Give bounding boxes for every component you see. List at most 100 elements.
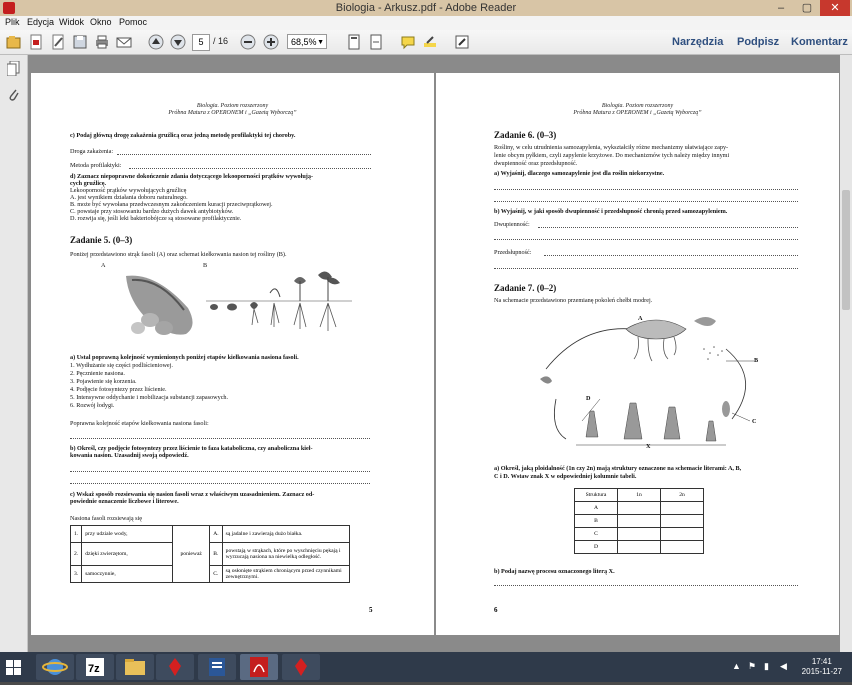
previous-page-icon[interactable] (148, 34, 164, 50)
word-icon[interactable] (198, 654, 236, 680)
table-cell: są jadalne i zawierają dużo białka. (221, 525, 350, 543)
table-header: Struktura (574, 488, 618, 502)
print-icon[interactable] (94, 34, 110, 50)
windows-start-icon[interactable] (6, 660, 22, 681)
internet-explorer-icon[interactable] (36, 654, 74, 680)
diagram-label-x: X (646, 443, 651, 450)
question-d-line1: d) Zaznacz niepoprawne dokończenie zdani… (70, 173, 314, 180)
answer-line (494, 189, 798, 190)
table-row: 3. samoczynnie, C. są osłonięte strąkiem… (69, 565, 350, 583)
table-header: 1n (617, 488, 661, 502)
ploidy-table: Struktura 1n 2n A B C D (574, 488, 704, 554)
table-row: 2. dzięki zwierzętom, B. powstają w strą… (69, 542, 350, 566)
flag-icon[interactable]: ⚑ (748, 661, 756, 672)
comment-icon[interactable] (400, 34, 416, 50)
answer-line (494, 585, 798, 586)
tools-link[interactable]: Narzędzia (672, 36, 723, 48)
table-cell[interactable] (617, 501, 661, 515)
table-cell[interactable] (617, 514, 661, 528)
maximize-button[interactable]: ▢ (794, 0, 820, 16)
table-cell: samoczynnie, (81, 565, 174, 583)
minimize-button[interactable]: – (768, 0, 794, 16)
clock[interactable]: 17:41 2015-11-27 (802, 657, 842, 677)
question-6a: a) Wyjaśnij, dlaczego samozapylenie jest… (494, 170, 665, 177)
page-number-input[interactable]: 5 (192, 34, 210, 51)
step-3: 3. Pojawienie się korzenia. (70, 378, 137, 385)
table-cell[interactable] (660, 527, 704, 541)
zoom-in-icon[interactable] (263, 34, 279, 50)
table-cell[interactable]: 3. (69, 565, 83, 583)
table-row: C (574, 527, 704, 541)
task-5-title: Zadanie 5. (0–3) (70, 235, 133, 245)
highlight-icon[interactable] (422, 34, 438, 50)
7zip-icon[interactable]: 7z (76, 654, 114, 680)
close-button[interactable]: ✕ (820, 0, 850, 16)
attachment-icon[interactable] (7, 87, 20, 107)
task-6-intro-2: lenie obcym pyłkiem, czyli zapylenie krz… (494, 152, 730, 159)
zoom-select[interactable]: 68,5% ▼ (287, 34, 327, 49)
file-explorer-icon[interactable] (116, 654, 154, 680)
table-cell: powstają w strąkach, które po wyschnięci… (221, 542, 350, 566)
open-icon[interactable] (6, 34, 22, 50)
table-cell[interactable] (660, 501, 704, 515)
expand-icon[interactable] (454, 34, 470, 50)
table-row: 1. przy udziale wody, ponieważ A. są jad… (69, 525, 350, 583)
fit-page-icon[interactable] (346, 34, 362, 50)
task-6-title: Zadanie 6. (0–3) (494, 130, 557, 140)
pages-icon[interactable] (6, 60, 20, 81)
volume-icon[interactable]: ◀ (780, 661, 787, 672)
table-cell[interactable] (617, 540, 661, 554)
table-cell[interactable]: 1. (69, 525, 83, 543)
diagram-label-d: D (586, 395, 591, 402)
window-title: Biologia - Arkusz.pdf - Adobe Reader (335, 2, 517, 14)
next-page-icon[interactable] (170, 34, 186, 50)
app-icon[interactable] (282, 654, 320, 680)
toolbar (0, 30, 852, 55)
table-cell[interactable]: B. (209, 542, 223, 566)
fit-width-icon[interactable] (368, 34, 384, 50)
table-cell: C (574, 527, 618, 541)
table-cell[interactable] (660, 514, 704, 528)
table-header-row: Struktura 1n 2n (574, 488, 704, 502)
task-7-intro: Na schemacie przedstawiono przemianę pok… (494, 297, 653, 304)
answer-line (538, 227, 798, 228)
zoom-out-icon[interactable] (240, 34, 256, 50)
table-cell[interactable]: C. (209, 565, 223, 583)
question-6b: b) Wyjaśnij, w jaki sposób dwupienność i… (494, 208, 728, 215)
answer-line (494, 201, 798, 202)
table-cell-because: ponieważ (172, 525, 211, 583)
comment-link[interactable]: Komentarz (791, 36, 848, 48)
tray-chevron-icon[interactable]: ▲ (732, 661, 741, 671)
answer-line (70, 483, 370, 484)
save-icon[interactable] (72, 34, 88, 50)
menu-pomoc[interactable]: Pomoc (119, 17, 147, 27)
menu-bar: Plik Edycja Widok Okno Pomoc (0, 16, 852, 30)
label-droga: Droga zakażenia: (70, 148, 114, 155)
menu-widok[interactable]: Widok (59, 17, 84, 27)
step-5: 5. Intensywne oddychanie i mobilizacja s… (70, 394, 229, 401)
create-pdf-icon[interactable] (28, 34, 44, 50)
table-header: 2n (660, 488, 704, 502)
table-cell[interactable] (660, 540, 704, 554)
sign-link[interactable]: Podpisz (737, 36, 779, 48)
svg-text:7z: 7z (88, 663, 100, 675)
table-cell[interactable]: 2. (69, 542, 83, 566)
vertical-scrollbar[interactable] (840, 55, 852, 652)
table-cell[interactable]: A. (209, 525, 223, 543)
table-cell[interactable] (617, 527, 661, 541)
task-6-intro-1: Rośliny, w celu utrudnienia samozapyleni… (494, 144, 729, 151)
edit-icon[interactable] (50, 34, 66, 50)
answer-line (494, 239, 798, 240)
menu-plik[interactable]: Plik (5, 17, 20, 27)
network-icon[interactable]: ▮ (764, 661, 769, 672)
jellyfish-lifecycle-diagram (540, 317, 754, 446)
title-bar: Biologia - Arkusz.pdf - Adobe Reader – ▢… (0, 0, 852, 16)
page-number: 5 (369, 606, 373, 614)
menu-okno[interactable]: Okno (90, 17, 112, 27)
scrollbar-thumb[interactable] (842, 190, 850, 310)
menu-edycja[interactable]: Edycja (27, 17, 54, 27)
app-icon[interactable] (156, 654, 194, 680)
page-header-subtitle: Próbna Matura z OPERONEM i „Gazetą Wybor… (168, 110, 297, 116)
adobe-reader-taskbar-icon[interactable] (240, 654, 278, 680)
email-icon[interactable] (116, 34, 132, 50)
